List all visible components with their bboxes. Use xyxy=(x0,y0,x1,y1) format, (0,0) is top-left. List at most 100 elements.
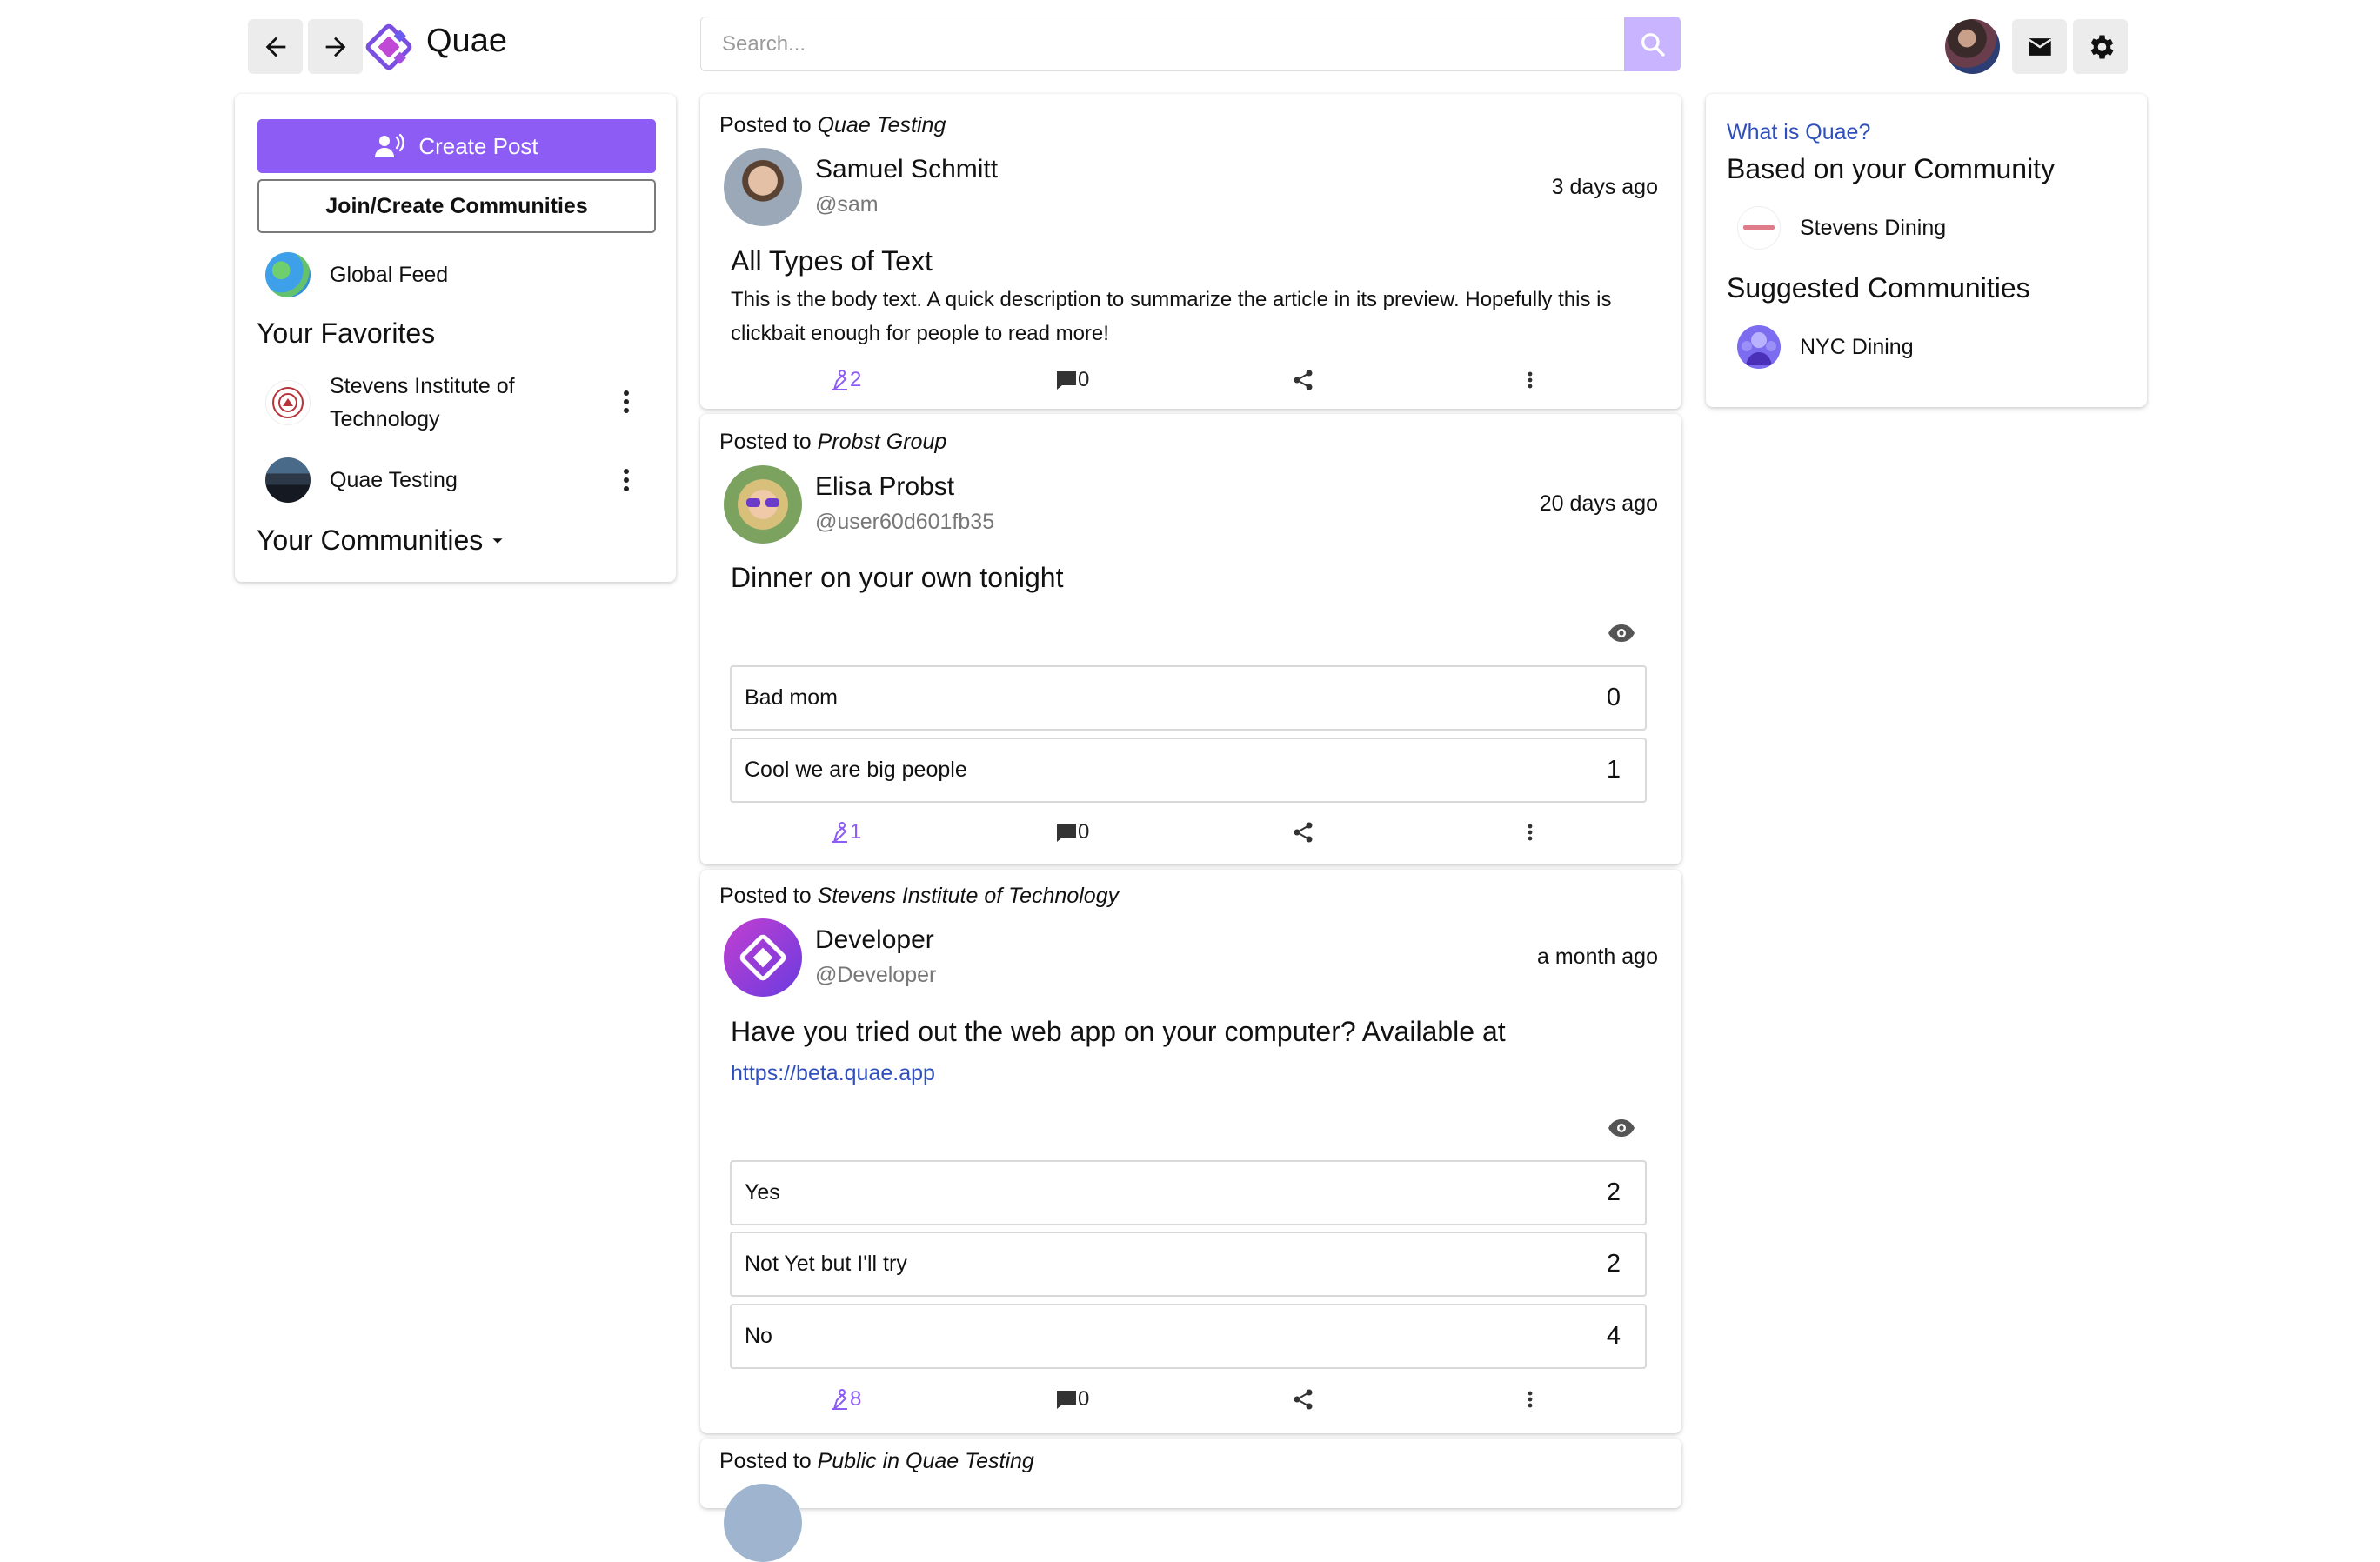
join-create-communities-button[interactable]: Join/Create Communities xyxy=(257,179,656,233)
like-icon xyxy=(832,1389,847,1410)
share-button[interactable] xyxy=(1293,363,1314,397)
suggestion-stevens-dining[interactable]: Stevens Dining xyxy=(1737,206,1946,250)
poll-option[interactable]: Yes 2 xyxy=(730,1160,1647,1225)
author-avatar[interactable] xyxy=(724,918,802,997)
post-actions: 2 0 xyxy=(696,363,1679,397)
comment-count: 0 xyxy=(1078,1387,1090,1411)
messages-button[interactable] xyxy=(2012,19,2067,74)
globe-icon xyxy=(265,252,311,297)
more-vertical-icon xyxy=(1528,824,1533,841)
comment-button[interactable]: 0 xyxy=(1055,1382,1089,1417)
stevens-label-line1: Stevens Institute of xyxy=(330,374,515,398)
arrow-left-icon xyxy=(265,37,285,57)
quae-testing-icon xyxy=(265,457,311,503)
post-title[interactable]: All Types of Text xyxy=(731,245,933,277)
create-post-button[interactable]: Create Post xyxy=(257,119,656,173)
view-results-button[interactable] xyxy=(1608,1118,1635,1143)
poll-option[interactable]: Not Yet but I'll try 2 xyxy=(730,1232,1647,1297)
poll-option-count: 0 xyxy=(1606,684,1621,711)
suggestion-nyc-dining[interactable]: NYC Dining xyxy=(1737,325,1914,369)
search-input[interactable] xyxy=(700,17,1629,71)
like-count: 8 xyxy=(850,1387,862,1411)
sidebar-item-stevens[interactable]: Stevens Institute of Technology xyxy=(265,370,515,436)
poll-option-count: 4 xyxy=(1606,1322,1621,1350)
stevens-seal-icon xyxy=(265,380,311,425)
quae-testing-label: Quae Testing xyxy=(330,468,458,492)
what-is-quae-link[interactable]: What is Quae? xyxy=(1727,120,1870,145)
stevens-dining-logo-icon xyxy=(1737,206,1781,250)
author-name[interactable]: Developer xyxy=(815,925,934,955)
post-title[interactable]: Have you tried out the web app on your c… xyxy=(731,1016,1506,1048)
stevens-label-line2: Technology xyxy=(330,407,440,431)
quae-testing-more-icon[interactable] xyxy=(624,469,631,495)
community-link[interactable]: Quae Testing xyxy=(818,113,946,137)
comment-count: 0 xyxy=(1078,368,1090,391)
share-icon xyxy=(1294,370,1313,390)
like-icon xyxy=(832,370,847,390)
author-avatar[interactable] xyxy=(724,465,802,544)
like-count: 2 xyxy=(850,368,862,391)
post-link[interactable]: https://beta.quae.app xyxy=(731,1061,935,1086)
comment-button[interactable]: 0 xyxy=(1055,363,1089,397)
sidebar-item-global-feed[interactable]: Global Feed xyxy=(265,252,448,297)
author-handle: @sam xyxy=(815,192,879,217)
quae-logo-icon[interactable] xyxy=(365,23,412,75)
user-avatar[interactable] xyxy=(1945,19,2000,74)
stevens-more-icon[interactable] xyxy=(624,390,631,417)
poll-option-count: 2 xyxy=(1606,1250,1621,1278)
post-time: 20 days ago xyxy=(1539,491,1658,516)
back-button[interactable] xyxy=(248,19,303,74)
comment-icon xyxy=(1057,824,1076,842)
posted-to-line: Posted to Public in Quae Testing xyxy=(719,1449,1034,1473)
author-name[interactable]: Elisa Probst xyxy=(815,472,954,502)
share-button[interactable] xyxy=(1293,1382,1314,1417)
author-name[interactable]: Samuel Schmitt xyxy=(815,155,998,184)
posted-to-line: Posted to Stevens Institute of Technolog… xyxy=(719,884,1120,908)
like-icon xyxy=(832,822,847,843)
like-button[interactable]: 8 xyxy=(829,1382,861,1417)
post-title[interactable]: Dinner on your own tonight xyxy=(731,562,1063,594)
post-more-button[interactable] xyxy=(1527,1382,1534,1417)
comment-count: 0 xyxy=(1078,820,1090,844)
quae-logo-icon xyxy=(739,934,786,981)
view-results-button[interactable] xyxy=(1608,623,1635,648)
search-button[interactable] xyxy=(1624,17,1681,71)
share-icon xyxy=(1294,1389,1313,1410)
nyc-dining-group-icon xyxy=(1737,325,1781,369)
forward-button[interactable] xyxy=(308,19,363,74)
like-button[interactable]: 2 xyxy=(829,363,861,397)
brand-name[interactable]: Quae xyxy=(426,23,507,60)
comment-icon xyxy=(1057,371,1076,390)
poll-option[interactable]: No 4 xyxy=(730,1304,1647,1369)
comment-button[interactable]: 0 xyxy=(1055,815,1089,850)
your-communities-toggle[interactable]: Your Communities xyxy=(257,524,507,557)
eye-icon xyxy=(1608,1119,1635,1137)
create-post-label: Create Post xyxy=(418,132,538,159)
post-more-button[interactable] xyxy=(1527,363,1534,397)
eye-icon xyxy=(1608,624,1635,642)
settings-button[interactable] xyxy=(2073,19,2128,74)
like-button[interactable]: 1 xyxy=(829,815,861,850)
post-body: This is the body text. A quick descripti… xyxy=(731,288,1612,345)
sidebar-item-quae-testing[interactable]: Quae Testing xyxy=(265,457,458,503)
author-avatar[interactable] xyxy=(724,148,802,226)
post-actions: 8 0 xyxy=(696,1382,1679,1417)
author-handle: @user60d601fb35 xyxy=(815,510,995,534)
favorites-title: Your Favorites xyxy=(257,317,436,349)
comment-icon xyxy=(1057,1391,1076,1409)
share-button[interactable] xyxy=(1293,815,1314,850)
poll-option[interactable]: Cool we are big people 1 xyxy=(730,738,1647,803)
post-time: 3 days ago xyxy=(1551,175,1658,199)
community-link[interactable]: Stevens Institute of Technology xyxy=(818,884,1120,908)
community-link[interactable]: Probst Group xyxy=(818,430,947,454)
post-more-button[interactable] xyxy=(1527,815,1534,850)
your-communities-title: Your Communities xyxy=(257,524,484,556)
author-avatar[interactable] xyxy=(724,1484,802,1562)
mail-icon xyxy=(2028,37,2051,56)
posted-to-line: Posted to Quae Testing xyxy=(719,113,946,137)
community-link[interactable]: Public in Quae Testing xyxy=(818,1449,1034,1473)
poll-option-count: 2 xyxy=(1606,1178,1621,1206)
poll-option[interactable]: Bad mom 0 xyxy=(730,665,1647,731)
poll-option-label: Not Yet but I'll try xyxy=(745,1252,907,1276)
posted-to-line: Posted to Probst Group xyxy=(719,430,947,454)
